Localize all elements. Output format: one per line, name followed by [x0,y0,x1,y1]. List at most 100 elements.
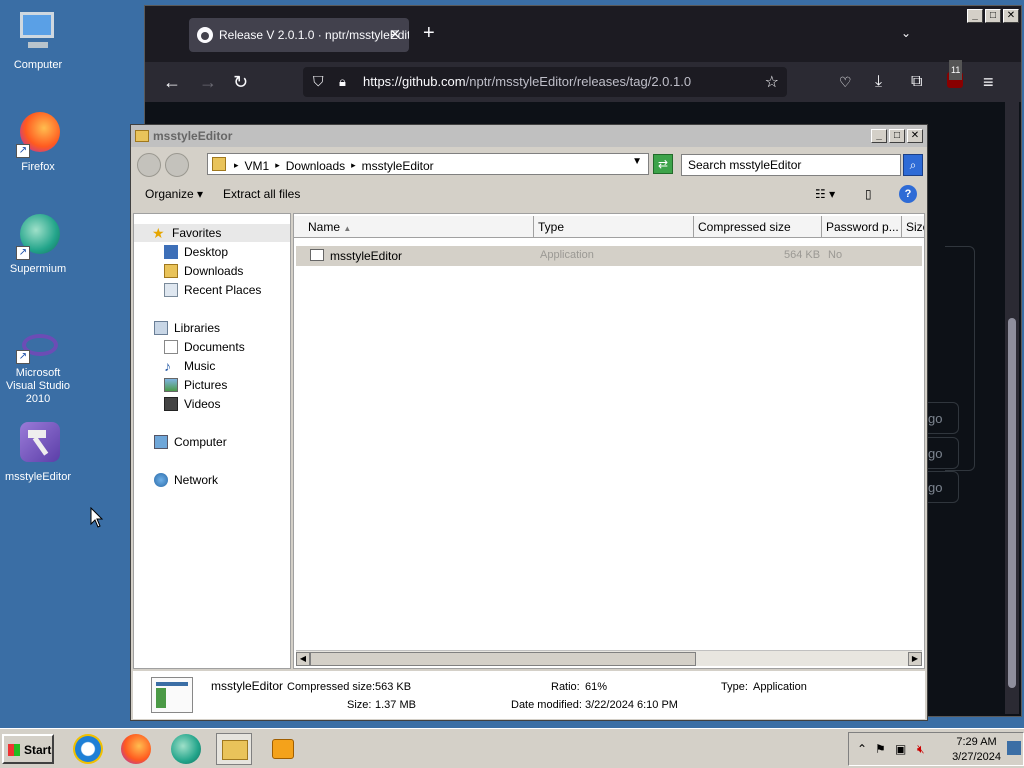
column-header-password[interactable]: Password p... [822,216,902,238]
explorer-titlebar[interactable]: msstyleEditor _ □ ✕ [131,125,927,147]
clock[interactable]: 7:29 AM 3/27/2024 [952,735,1001,765]
scroll-right-icon[interactable]: ▶ [908,652,922,666]
action-center-flag-icon[interactable]: ⚑ [875,742,886,756]
clock-time: 7:29 AM [956,736,997,748]
address-dropdown-icon[interactable]: ▼ [632,156,642,167]
column-header-type[interactable]: Type [534,216,694,238]
extract-all-button[interactable]: Extract all files [223,187,300,201]
ublock-icon[interactable]: 11 [947,60,963,94]
column-label: Name [308,220,341,234]
organize-button[interactable]: Organize ▾ [145,187,203,201]
nav-pictures[interactable]: Pictures [164,376,227,394]
page-scrollbar[interactable] [1005,102,1019,714]
list-tabs-button[interactable]: ⌄ [901,26,911,40]
close-button[interactable]: ✕ [907,129,923,143]
volume-muted-icon[interactable]: 🔇︎ [917,742,925,757]
view-options-icon[interactable]: ☷ ▾ [815,187,835,201]
browser-tab-title: Release V 2.0.1.0 · nptr/msstyleEditor [219,28,409,42]
network-tray-icon[interactable]: ▣ [895,742,906,756]
column-header-size[interactable]: Size [902,216,924,238]
breadcrumb-item[interactable]: VM1 [245,159,270,173]
minimize-button[interactable]: _ [967,9,983,23]
tracking-shield-icon[interactable]: ⛉ [313,73,324,90]
preview-pane-icon[interactable]: ▯ [865,187,872,201]
show-desktop-button[interactable] [1007,741,1021,755]
scroll-left-icon[interactable]: ◀ [296,652,310,666]
new-tab-button[interactable]: + [423,22,435,45]
back-button[interactable] [137,153,161,177]
nav-libraries[interactable]: Libraries [154,319,220,337]
nav-label: Favorites [172,226,222,240]
taskbar-media-button[interactable] [266,733,302,765]
file-name: msstyleEditor [330,249,403,263]
nav-documents[interactable]: Documents [164,338,245,356]
shortcut-arrow-icon: ↗ [16,144,30,158]
desktop-icon-firefox[interactable]: ↗ Firefox [0,110,76,174]
column-header-compressed-size[interactable]: Compressed size [694,216,822,238]
forward-button[interactable] [165,153,189,177]
reload-button[interactable]: ↻ [233,72,248,92]
address-row: ▸ VM1 ▸ Downloads ▸ msstyleEditor ▼ ⇄ Se… [131,147,927,179]
nav-desktop[interactable]: Desktop [164,243,228,261]
shortcut-arrow-icon: ↗ [16,350,30,364]
menu-icon[interactable]: ≡ [983,72,994,92]
nav-label: Desktop [184,245,229,259]
nav-music[interactable]: ♪ Music [164,357,215,375]
taskbar-supermium-button[interactable] [168,733,204,765]
forward-button[interactable]: → [199,72,217,92]
help-icon[interactable]: ? [899,185,917,203]
scrollbar-thumb[interactable] [1008,318,1016,688]
breadcrumb[interactable]: ▸ VM1 ▸ Downloads ▸ msstyleEditor ▼ [207,153,649,175]
file-row[interactable]: msstyleEditor Application 564 KB No [296,246,922,266]
breadcrumb-item[interactable]: Downloads [286,159,345,173]
nav-favorites[interactable]: ★ Favorites [134,224,290,242]
nav-downloads[interactable]: Downloads [164,262,243,280]
file-thumbnail [151,677,193,713]
details-modified-value: 3/22/2024 6:10 PM [585,699,678,711]
nav-videos[interactable]: Videos [164,395,220,413]
ublock-badge: 11 [949,60,963,80]
shortcut-arrow-icon: ↗ [16,246,30,260]
taskbar-ie-button[interactable] [70,733,106,765]
system-tray: ⌃ ⚑ ▣ 🔇︎ 7:29 AM 3/27/2024 [848,732,1024,766]
url-bar[interactable]: ⛉ 🔒︎ https://github.com/nptr/msstyleEdit… [303,67,787,97]
command-bar: Organize ▾ Extract all files ☷ ▾ ▯ ? [131,179,927,209]
nav-label: Documents [184,340,245,354]
column-header-name[interactable]: Name ▲ [294,216,534,238]
github-icon [197,27,213,43]
taskbar-explorer-button[interactable] [216,733,252,765]
minimize-button[interactable]: _ [871,129,887,143]
start-button[interactable]: Start [2,734,54,764]
nav-computer[interactable]: Computer [154,433,227,451]
downloads-icon[interactable]: ⤓ [875,72,882,92]
videos-icon [164,397,178,411]
desktop-icon-supermium[interactable]: ↗ Supermium [0,212,76,276]
page-link-text: go [928,446,943,461]
downloads-folder-icon [164,264,178,278]
breadcrumb-item[interactable]: msstyleEditor [362,159,434,173]
scrollbar-thumb[interactable] [310,652,696,666]
desktop-icon-msstyleeditor[interactable]: msstyleEditor [0,420,76,484]
nav-recent-places[interactable]: Recent Places [164,281,261,299]
search-input[interactable]: Search msstyleEditor [681,154,901,176]
horizontal-scrollbar[interactable]: ◀ ▶ [296,650,922,666]
extensions-icon[interactable]: ⧉ [911,72,922,92]
refresh-button[interactable]: ⇄ [653,154,673,174]
details-pane: msstyleEditor Compressed size: 563 KB Si… [133,671,925,719]
close-button[interactable]: ✕ [1003,9,1019,23]
bookmark-star-icon[interactable]: ☆ [765,72,779,92]
maximize-button[interactable]: □ [985,9,1001,23]
taskbar-firefox-button[interactable] [118,733,154,765]
desktop-icon-visual-studio[interactable]: ↗ Microsoft Visual Studio 2010 [0,328,76,406]
back-button[interactable]: ← [163,72,181,92]
nav-network[interactable]: Network [154,471,218,489]
browser-tab[interactable]: Release V 2.0.1.0 · nptr/msstyleEditor ✕ [189,18,409,52]
close-tab-icon[interactable]: ✕ [389,26,401,43]
search-icon[interactable]: ⌕ [903,154,923,176]
desktop-icon-computer[interactable]: Computer [0,8,76,72]
lock-icon[interactable]: 🔒︎ [339,74,346,90]
pocket-icon[interactable]: ♡ [839,72,852,92]
maximize-button[interactable]: □ [889,129,905,143]
firefox-icon: ↗ [14,110,62,158]
show-hidden-icons[interactable]: ⌃ [857,742,867,756]
